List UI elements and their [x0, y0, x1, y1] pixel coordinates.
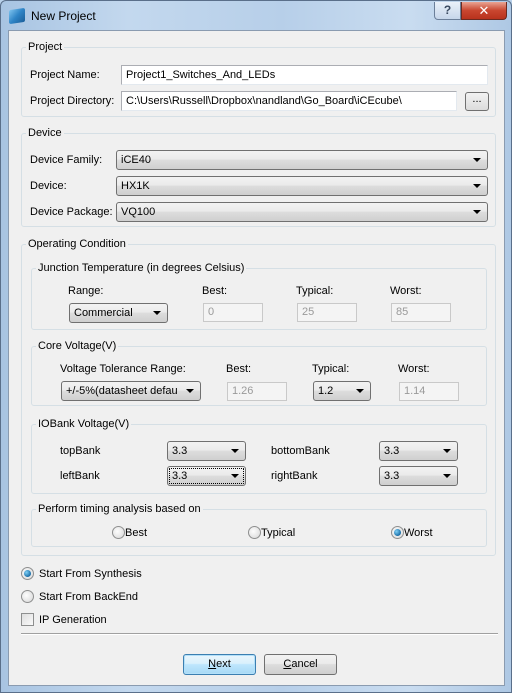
close-button[interactable]: ✕ [461, 2, 507, 20]
temp-best-label: Best: [202, 285, 228, 297]
chevron-down-icon [443, 449, 451, 453]
voltage-worst-label: Worst: [398, 363, 430, 375]
app-cube-icon [9, 7, 25, 25]
cancel-button[interactable]: Cancel [264, 654, 337, 675]
right-bank-value: 3.3 [384, 470, 400, 482]
timing-typical-label[interactable]: Typical [261, 527, 295, 539]
ip-generation-label[interactable]: IP Generation [39, 614, 107, 626]
project-group-label: Project [28, 41, 63, 53]
chevron-down-icon [473, 158, 481, 162]
temp-worst-input: 85 [391, 303, 451, 322]
dialog-body: Project Project Name: Project1_Switches_… [8, 30, 505, 686]
voltage-worst-input: 1.14 [399, 382, 459, 401]
temp-worst-label: Worst: [390, 285, 422, 297]
range-label: Range: [68, 285, 104, 297]
ip-generation-checkbox[interactable] [21, 613, 34, 626]
project-directory-input[interactable]: C:\Users\Russell\Dropbox\nandland\Go_Boa… [121, 91, 457, 111]
operating-condition-label: Operating Condition [28, 238, 126, 250]
voltage-tolerance-label: Voltage Tolerance Range: [60, 363, 186, 375]
chevron-down-icon [473, 184, 481, 188]
timing-best-radio[interactable] [112, 526, 125, 539]
voltage-typical-value: 1.2 [318, 385, 334, 397]
temperature-range-select[interactable]: Commercial [69, 303, 168, 323]
right-bank-select[interactable]: 3.3 [379, 466, 458, 486]
device-family-select[interactable]: iCE40 [116, 150, 488, 170]
voltage-typical-select[interactable]: 1.2 [313, 381, 371, 401]
separator [21, 633, 498, 635]
chevron-down-icon [231, 449, 239, 453]
chevron-down-icon [473, 210, 481, 214]
chevron-down-icon [443, 474, 451, 478]
project-name-label: Project Name: [30, 69, 100, 81]
device-value: HX1K [121, 180, 150, 192]
left-bank-label: leftBank [60, 470, 100, 482]
device-package-label: Device Package: [30, 206, 113, 218]
core-voltage-label: Core Voltage(V) [38, 340, 117, 352]
timing-worst-label[interactable]: Worst [404, 527, 433, 539]
start-from-backend-label[interactable]: Start From BackEnd [39, 591, 138, 603]
device-select[interactable]: HX1K [116, 176, 488, 196]
timing-analysis-group: Perform timing analysis based on [31, 503, 487, 547]
new-project-dialog: New Project ? ✕ Project Project Name: Pr… [0, 0, 512, 693]
next-button[interactable]: Next [183, 654, 256, 675]
bottom-bank-select[interactable]: 3.3 [379, 441, 458, 461]
start-from-synthesis-radio[interactable] [21, 567, 34, 580]
voltage-tolerance-select[interactable]: +/-5%(datasheet defau [61, 381, 201, 401]
temp-best-input: 0 [203, 303, 263, 322]
voltage-best-input: 1.26 [227, 382, 287, 401]
voltage-best-label: Best: [226, 363, 252, 375]
bottom-bank-value: 3.3 [384, 445, 400, 457]
device-family-label: Device Family: [30, 154, 103, 166]
voltage-typical-label: Typical: [312, 363, 350, 375]
timing-analysis-label: Perform timing analysis based on [38, 503, 201, 515]
next-mnemonic: N [208, 658, 217, 670]
temp-typical-label: Typical: [296, 285, 334, 297]
chevron-down-icon [153, 311, 161, 315]
left-bank-select[interactable]: 3.3 [167, 466, 246, 486]
browse-directory-button[interactable]: ... [465, 92, 489, 111]
device-package-value: VQ100 [121, 206, 156, 218]
bottom-bank-label: bottomBank [271, 445, 330, 457]
timing-best-label[interactable]: Best [125, 527, 147, 539]
chevron-down-icon [231, 474, 239, 478]
top-bank-select[interactable]: 3.3 [167, 441, 246, 461]
voltage-tolerance-value: +/-5%(datasheet defau [66, 385, 178, 397]
top-bank-label: topBank [60, 445, 101, 457]
iobank-voltage-label: IOBank Voltage(V) [38, 418, 130, 430]
cancel-label: ancel [291, 658, 318, 670]
device-group-label: Device [28, 127, 62, 139]
right-bank-label: rightBank [271, 470, 318, 482]
device-package-select[interactable]: VQ100 [116, 202, 488, 222]
timing-typical-radio[interactable] [248, 526, 261, 539]
chevron-down-icon [186, 389, 194, 393]
project-directory-label: Project Directory: [30, 95, 115, 107]
help-button[interactable]: ? [434, 2, 461, 20]
project-name-input[interactable]: Project1_Switches_And_LEDs [121, 65, 488, 85]
top-bank-value: 3.3 [172, 445, 188, 457]
junction-temperature-label: Junction Temperature (in degrees Celsius… [38, 262, 245, 274]
device-label: Device: [30, 180, 67, 192]
start-from-backend-radio[interactable] [21, 590, 34, 603]
window-title: New Project [31, 9, 96, 23]
chevron-down-icon [356, 389, 364, 393]
next-label: ext [216, 658, 231, 670]
left-bank-value: 3.3 [172, 470, 188, 482]
device-family-value: iCE40 [121, 154, 151, 166]
timing-worst-radio[interactable] [391, 526, 404, 539]
temperature-range-value: Commercial [74, 307, 133, 319]
title-bar[interactable]: New Project ? ✕ [1, 1, 511, 31]
temp-typical-input: 25 [297, 303, 357, 322]
start-from-synthesis-label[interactable]: Start From Synthesis [39, 568, 142, 580]
